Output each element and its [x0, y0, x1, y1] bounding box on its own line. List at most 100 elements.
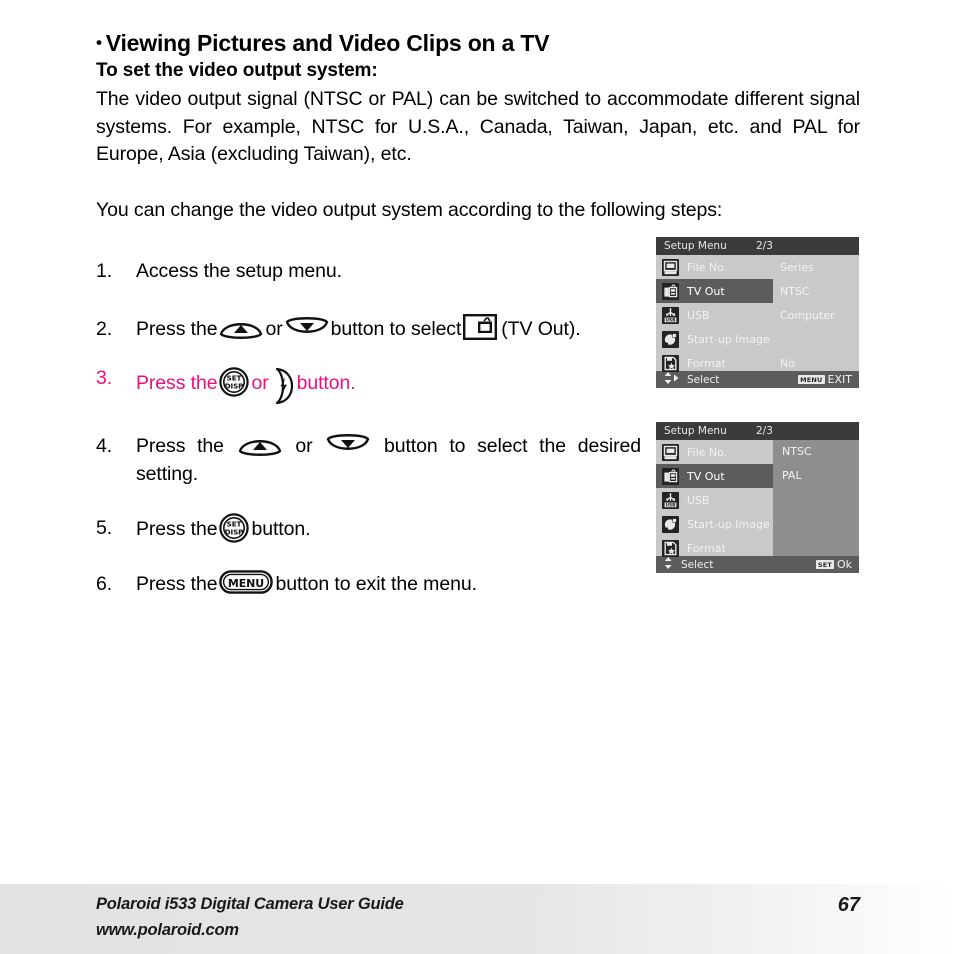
step-6-text: Press the MENU button to exit the menu.: [136, 569, 641, 599]
step-2-text-before: Press the: [136, 317, 218, 340]
lcd1-body: File No. Series TV Out NTSC USB USB Comp…: [656, 255, 859, 372]
step-4-text-before: Press the: [136, 435, 224, 458]
step-2-text: Press the or button to select (TV Out).: [136, 313, 641, 344]
lcd1-row-file-no[interactable]: File No. Series: [656, 255, 859, 279]
step-2-or-label: or: [265, 317, 283, 340]
lcd2-row-tv-out-label: TV Out: [687, 469, 725, 483]
lcd1-row-file-no-label-area: File No.: [656, 255, 773, 279]
step-6-number: 6.: [96, 572, 113, 595]
lcd1-row-tv-out-label-area: TV Out: [656, 279, 773, 303]
lcd1-row-file-no-label: File No.: [687, 260, 728, 274]
lcd2-row-usb-label: USB: [687, 493, 710, 507]
article-content: • Viewing Pictures and Video Clips on a T…: [96, 30, 860, 225]
step-1: 1. Access the setup menu.: [96, 258, 641, 286]
lcd2-row-usb[interactable]: USB USB: [656, 488, 859, 512]
svg-text:DISP: DISP: [225, 382, 244, 391]
tv-out-icon: [662, 467, 679, 485]
lcd2-row-file-no-label-area: File No.: [656, 440, 773, 464]
setup-menu-screenshot-2: Setup Menu 2/3 NTSC PAL File No. TV Out …: [656, 422, 859, 573]
step-3-text-after: button.: [296, 372, 356, 395]
lcd2-header-title: Setup Menu: [664, 425, 727, 437]
set-disp-button-icon: SET DISP: [219, 513, 250, 543]
step-4-number: 4.: [96, 435, 113, 458]
footer-text-block: Polaroid i533 Digital Camera User Guide …: [96, 892, 858, 943]
startup-image-icon: [662, 330, 679, 348]
step-4-text: Press the or button to select the desire…: [136, 433, 641, 488]
lcd1-row-file-no-value: Series: [780, 260, 814, 274]
lcd2-row-startup-image-label-area: Start-up Image: [656, 512, 773, 536]
lcd2-row-tv-out[interactable]: TV Out: [656, 464, 859, 488]
step-1-text: Access the setup menu.: [136, 260, 342, 282]
startup-image-icon: [662, 515, 679, 533]
step-2-number: 2.: [96, 317, 113, 340]
lcd2-body: NTSC PAL File No. TV Out USB USB Start-u…: [656, 440, 859, 557]
step-1-number: 1.: [96, 260, 113, 282]
lcd1-row-tv-out[interactable]: TV Out NTSC: [656, 279, 859, 303]
lead-in-paragraph: You can change the video output system a…: [96, 198, 723, 221]
menu-button-icon: MENU: [219, 569, 274, 594]
step-5-text: Press the SET DISP button.: [136, 513, 641, 545]
lcd2-row-startup-image-label: Start-up Image: [687, 517, 770, 531]
step-5-number: 5.: [96, 516, 113, 539]
usb-icon: USB: [662, 306, 679, 324]
lcd1-row-format-label: Format: [687, 356, 726, 370]
bullet-glyph: •: [96, 33, 102, 52]
page-title: • Viewing Pictures and Video Clips on a T…: [96, 30, 860, 57]
lcd1-row-startup-image[interactable]: Start-up Image: [656, 327, 859, 351]
step-5: 5. Press the SET DISP button.: [96, 513, 641, 545]
footer-guide-title: Polaroid i533 Digital Camera User Guide: [96, 895, 404, 913]
lcd2-row-usb-label-area: USB USB: [656, 488, 773, 512]
lcd1-row-startup-image-label-area: Start-up Image: [656, 327, 773, 351]
lcd2-row-file-no-label: File No.: [687, 445, 728, 459]
lcd1-footer-nav-label: Select: [687, 373, 720, 386]
step-3-text: Press the SET DISP or button.: [136, 365, 641, 405]
lcd2-row-startup-image[interactable]: Start-up Image: [656, 512, 859, 536]
tv-out-icon: [463, 313, 498, 340]
lcd1-row-format-label-area: Format: [656, 351, 773, 375]
intro-paragraph: The video output signal (NTSC or PAL) ca…: [96, 87, 860, 166]
lcd1-row-format[interactable]: Format No: [656, 351, 859, 375]
lcd1-row-usb[interactable]: USB USB Computer: [656, 303, 859, 327]
lcd1-row-tv-out-value: NTSC: [780, 284, 810, 298]
lcd1-row-usb-value: Computer: [780, 308, 835, 322]
lcd1-row-format-value: No: [780, 356, 795, 370]
format-icon: [662, 354, 679, 372]
setup-menu-screenshot-1: Setup Menu 2/3 File No. Series TV Out NT…: [656, 237, 859, 388]
down-arrow-button-icon: [285, 316, 329, 340]
set-badge-icon: SET: [815, 560, 834, 569]
lcd2-header: Setup Menu 2/3: [656, 422, 859, 440]
step-2-text-middle: button to select: [330, 317, 462, 340]
footer-website: www.polaroid.com: [96, 920, 239, 939]
lcd2-footer-nav-label: Select: [681, 558, 714, 571]
lcd1-row-usb-label-area: USB USB: [656, 303, 773, 327]
up-arrow-button-icon: [219, 316, 263, 340]
svg-text:USB: USB: [665, 502, 676, 508]
step-2: 2. Press the or button to select (TV Out…: [96, 313, 641, 344]
step-4-or-label: or: [295, 435, 313, 458]
lcd2-row-format-label: Format: [687, 541, 726, 555]
step-3: 3. Press the SET DISP or button.: [96, 365, 641, 405]
lcd2-row-format[interactable]: Format: [656, 536, 859, 560]
lcd1-row-usb-label: USB: [687, 308, 710, 322]
svg-text:MENU: MENU: [228, 577, 264, 590]
page-footer: Polaroid i533 Digital Camera User Guide …: [0, 884, 954, 954]
step-5-text-after: button.: [251, 517, 311, 540]
down-arrow-button-icon: [326, 433, 370, 457]
usb-icon: USB: [662, 491, 679, 509]
page-root: • Viewing Pictures and Video Clips on a T…: [0, 0, 954, 954]
step-6: 6. Press the MENU button to exit the men…: [96, 569, 641, 599]
lcd1-row-tv-out-label: TV Out: [687, 284, 725, 298]
lcd1-header: Setup Menu 2/3: [656, 237, 859, 255]
menu-badge-icon: MENU: [798, 375, 825, 384]
page-number: 67: [837, 894, 860, 916]
file-number-icon: [662, 443, 679, 461]
svg-text:USB: USB: [665, 317, 676, 323]
step-3-number: 3.: [96, 367, 113, 390]
lcd2-row-format-label-area: Format: [656, 536, 773, 560]
section-title-text: Viewing Pictures and Video Clips on a TV: [105, 30, 550, 56]
lcd2-row-file-no[interactable]: File No.: [656, 440, 859, 464]
